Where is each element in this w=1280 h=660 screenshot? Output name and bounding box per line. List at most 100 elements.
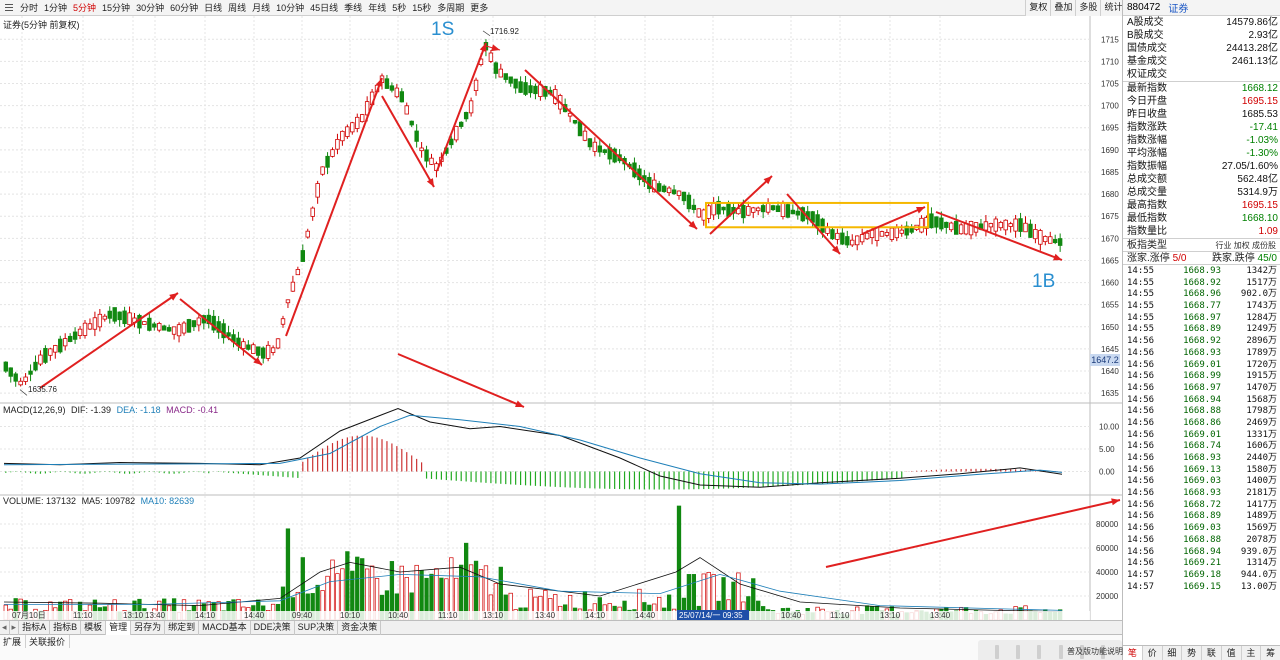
period-tab-3[interactable]: 15分钟: [100, 0, 134, 16]
period-tab-1[interactable]: 1分钟: [42, 0, 71, 16]
quote-tab-1[interactable]: 价: [1143, 646, 1163, 660]
candle-body: [993, 218, 998, 232]
trade-price: 1668.89: [1183, 511, 1221, 522]
quote-tab-2[interactable]: 细: [1163, 646, 1183, 660]
candle-body: [597, 145, 602, 153]
menu-icon[interactable]: [2, 1, 16, 15]
index-type-links[interactable]: 行业 加权 成份股: [1216, 239, 1276, 251]
indicator-tab-5[interactable]: 绑定到: [165, 620, 200, 635]
period-tab-8[interactable]: 月线: [250, 0, 274, 16]
tab-scroll-left-icon[interactable]: ◂: [0, 620, 10, 635]
toolbar-button-1[interactable]: 叠加: [1050, 0, 1076, 16]
toolbar-button-2[interactable]: 多股: [1075, 0, 1101, 16]
trade-row: 14:56 1668.74 1606万: [1123, 441, 1280, 453]
period-tab-14[interactable]: 15秒: [410, 0, 435, 16]
period-tab-9[interactable]: 10分钟: [274, 0, 308, 16]
indicator-tab-8[interactable]: SUP决策: [295, 620, 339, 635]
candle-body: [845, 236, 850, 246]
bottom-link-1[interactable]: 关联报价: [26, 635, 71, 648]
candle-body: [92, 317, 98, 330]
crosshair-time-label: 25/07/14/一 09:35: [679, 611, 743, 620]
trade-time: 14:56: [1127, 406, 1155, 417]
trade-volume: 1789万: [1246, 347, 1277, 358]
candle-body: [894, 227, 899, 239]
candle-body: [513, 78, 518, 89]
trade-time: 14:56: [1127, 394, 1155, 405]
quote-tab-4[interactable]: 联: [1202, 646, 1222, 660]
kline-chart-area[interactable]: 1715 1710 1705 1700 1695 1690 1685 1680 1675 1670…: [0, 16, 1122, 620]
period-tab-11[interactable]: 季线: [342, 0, 366, 16]
trade-price: 1668.92: [1183, 336, 1221, 347]
candle-body: [1003, 219, 1008, 231]
toolbar-button-0[interactable]: 复权: [1025, 0, 1051, 16]
indicator-tab-9[interactable]: 资金决策: [338, 620, 382, 635]
stat-row: 最新指数 1668.12: [1123, 82, 1280, 95]
candle-body: [137, 314, 142, 329]
annotation-1s: 1S: [431, 19, 455, 40]
period-tab-15[interactable]: 多周期: [435, 0, 468, 16]
period-tab-12[interactable]: 年线: [366, 0, 390, 16]
stat-row: 指数量比 1.09: [1123, 225, 1280, 238]
indicator-tab-1[interactable]: 指标B: [50, 620, 82, 635]
stat-label: 最低指数: [1127, 213, 1167, 224]
quote-tab-6[interactable]: 主: [1242, 646, 1262, 660]
period-tab-6[interactable]: 日线: [202, 0, 226, 16]
trade-time: 14:55: [1127, 324, 1155, 335]
period-tab-10[interactable]: 45日线: [308, 0, 342, 16]
bottom-link-0[interactable]: 扩展: [0, 635, 27, 648]
indicator-tab-7[interactable]: DDE决策: [251, 620, 295, 635]
candle-body: [572, 119, 578, 124]
macd-tick-label: 10.00: [1099, 423, 1120, 432]
candle-body: [186, 319, 192, 333]
candle-body: [28, 370, 33, 375]
y-tick-label: 1710: [1101, 57, 1119, 66]
period-tab-4[interactable]: 30分钟: [134, 0, 168, 16]
quote-tab-7[interactable]: 筹: [1261, 646, 1280, 660]
period-tab-7[interactable]: 周线: [226, 0, 250, 16]
trend-arrow-head: [491, 44, 500, 52]
candle-body: [335, 138, 340, 150]
trade-price: 1669.21: [1183, 558, 1221, 569]
candle-body: [671, 189, 677, 195]
indicator-tab-6[interactable]: MACD基本: [199, 620, 251, 635]
candle-body: [295, 269, 301, 276]
quote-tab-3[interactable]: 势: [1182, 646, 1202, 660]
x-tick-label: 14:40: [635, 611, 656, 620]
quote-tab-0[interactable]: 笔: [1123, 646, 1143, 660]
trade-price: 1668.97: [1183, 382, 1221, 393]
candle-body: [43, 347, 48, 363]
indicator-tab-2[interactable]: 模板: [81, 620, 107, 635]
stat-value: 1668.12: [1241, 83, 1278, 94]
index-name[interactable]: 证券: [1168, 0, 1188, 15]
stat-value: 2.93亿: [1248, 30, 1278, 41]
volume-bar: [285, 528, 291, 620]
up-down-row: 涨家.涨停 5/0 跌家.跌停 45/0: [1123, 251, 1280, 265]
candle-body: [1053, 239, 1058, 244]
stat-label: 指数涨跌: [1127, 122, 1167, 133]
trade-time: 14:56: [1127, 511, 1155, 522]
kline-chart-svg[interactable]: 1715 1710 1705 1700 1695 1690 1685 1680 1675 1670…: [0, 16, 1122, 620]
period-tab-13[interactable]: 5秒: [390, 0, 410, 16]
candle-body: [939, 217, 944, 230]
feature-note[interactable]: 普及版功能说明: [1067, 646, 1123, 657]
indicator-tab-4[interactable]: 另存为: [131, 620, 166, 635]
candle-body: [503, 73, 508, 80]
period-tab-5[interactable]: 60分钟: [168, 0, 202, 16]
candle-body: [256, 346, 261, 356]
period-tab-0[interactable]: 分时: [18, 0, 42, 16]
quote-tab-5[interactable]: 值: [1222, 646, 1242, 660]
tick-trades-list[interactable]: 14:55 1668.93 1342万 14:55 1668.92 1517万 14:55 1…: [1123, 265, 1280, 593]
candle-body: [53, 345, 58, 353]
candle-body: [414, 130, 419, 142]
trade-volume: 1314万: [1246, 558, 1277, 569]
trade-volume: 1720万: [1246, 359, 1277, 370]
trade-volume: 1470万: [1246, 382, 1277, 393]
indicator-tab-0[interactable]: 指标A: [19, 620, 51, 635]
candle-body: [473, 79, 479, 91]
tab-scroll-right-icon[interactable]: ▸: [10, 620, 20, 635]
volume-tick-label: 20000: [1096, 592, 1119, 601]
period-tab-16[interactable]: 更多: [468, 0, 492, 16]
period-tab-2[interactable]: 5分钟: [71, 0, 100, 16]
stat-value: 1695.15: [1241, 96, 1278, 107]
indicator-tab-3[interactable]: 管理: [106, 620, 132, 635]
